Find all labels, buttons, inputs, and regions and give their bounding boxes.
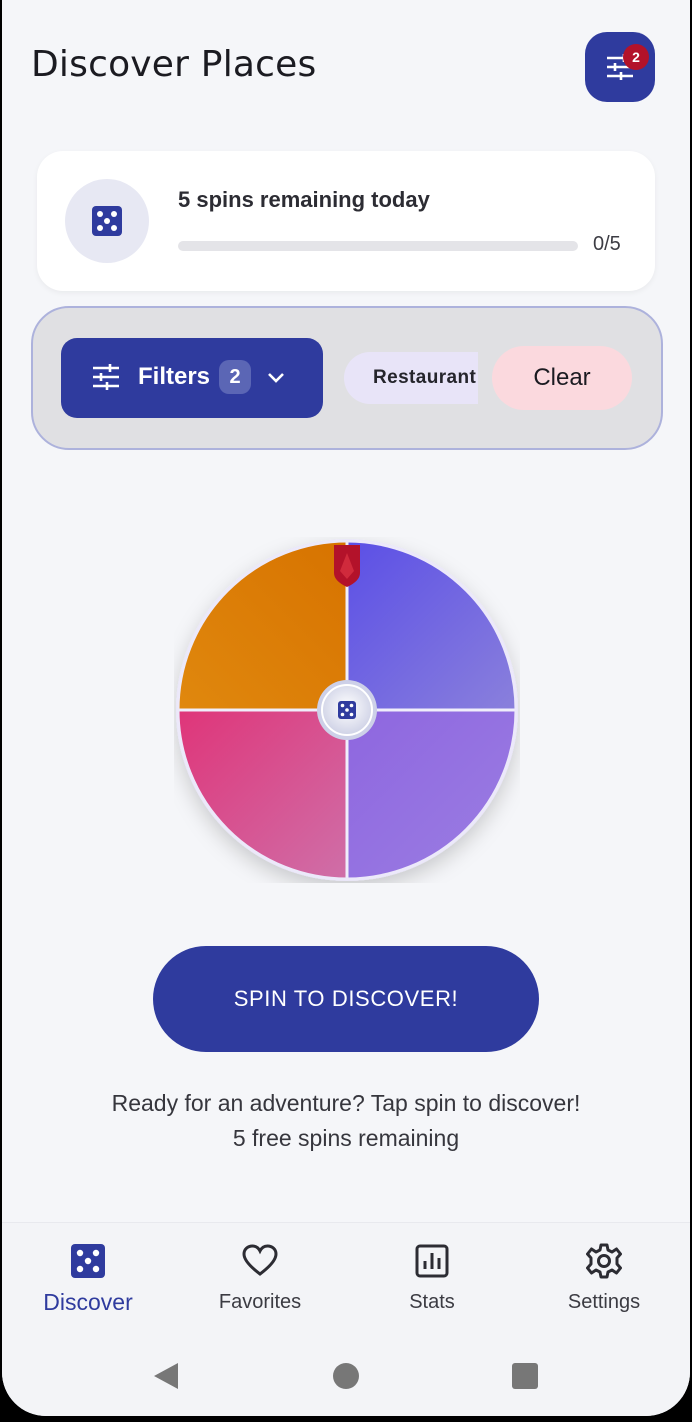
filters-label: Filters	[138, 363, 211, 390]
heart-icon	[242, 1244, 278, 1276]
wheel-segment-top-left	[178, 541, 347, 710]
spins-card: 5 spins remaining today 0/5	[37, 151, 655, 291]
wheel-hub	[317, 680, 377, 740]
wheel-segment-bottom-right	[347, 710, 516, 879]
recents-icon[interactable]	[511, 1362, 539, 1390]
wheel-pointer	[334, 545, 360, 587]
nav-label-settings: Settings	[567, 1291, 641, 1313]
nav-item-favorites[interactable]: Favorites	[174, 1223, 346, 1333]
nav-label-stats: Stats	[409, 1291, 455, 1313]
filters-dropdown-button[interactable]: Filters 2	[61, 338, 323, 418]
nav-item-stats[interactable]: Stats	[346, 1223, 518, 1333]
filter-panel: Filters 2 Restaurant Clear	[31, 306, 663, 450]
spin-wheel[interactable]	[174, 537, 520, 883]
dice-icon	[71, 1244, 105, 1278]
filter-count-badge: 2	[623, 44, 649, 70]
adventure-message: Ready for an adventure? Tap spin to disc…	[111, 1090, 581, 1116]
wheel-segment-bottom-left	[178, 710, 347, 879]
spins-remaining-text: 5 spins remaining today	[178, 187, 430, 212]
gear-icon	[586, 1243, 622, 1279]
nav-item-settings[interactable]: Settings	[518, 1223, 690, 1333]
nav-label-discover: Discover	[43, 1289, 133, 1315]
filter-chip-label: Restaurant	[373, 367, 477, 388]
home-icon[interactable]	[332, 1362, 360, 1390]
spins-progress-bar	[178, 241, 578, 251]
tune-icon	[93, 364, 119, 390]
nav-label-favorites: Favorites	[218, 1291, 302, 1313]
phone-screen: Discover Places 2 5 spins remaining toda…	[2, 0, 690, 1416]
clear-filters-button[interactable]: Clear	[492, 346, 632, 410]
bottom-navigation: Discover Favorites Stats Settings	[2, 1222, 690, 1416]
filters-count-badge: 2	[219, 360, 251, 394]
dice-avatar	[65, 179, 149, 263]
filter-chip-restaurant[interactable]: Restaurant	[344, 352, 478, 404]
back-icon[interactable]	[152, 1361, 180, 1391]
dice-icon	[92, 206, 122, 236]
free-spins-message: 5 free spins remaining	[232, 1125, 460, 1151]
spin-to-discover-button[interactable]: SPIN TO DISCOVER!	[153, 946, 539, 1052]
dice-icon	[338, 701, 356, 719]
wheel-segment-top-right	[347, 541, 516, 710]
nav-item-discover[interactable]: Discover	[2, 1223, 174, 1333]
filter-fab-button[interactable]: 2	[585, 32, 655, 102]
chart-icon	[415, 1244, 449, 1278]
spins-progress-label: 0/5	[593, 233, 621, 255]
chevron-down-icon	[268, 373, 284, 383]
page-title: Discover Places	[31, 44, 317, 85]
system-navigation-bar	[2, 1353, 690, 1397]
